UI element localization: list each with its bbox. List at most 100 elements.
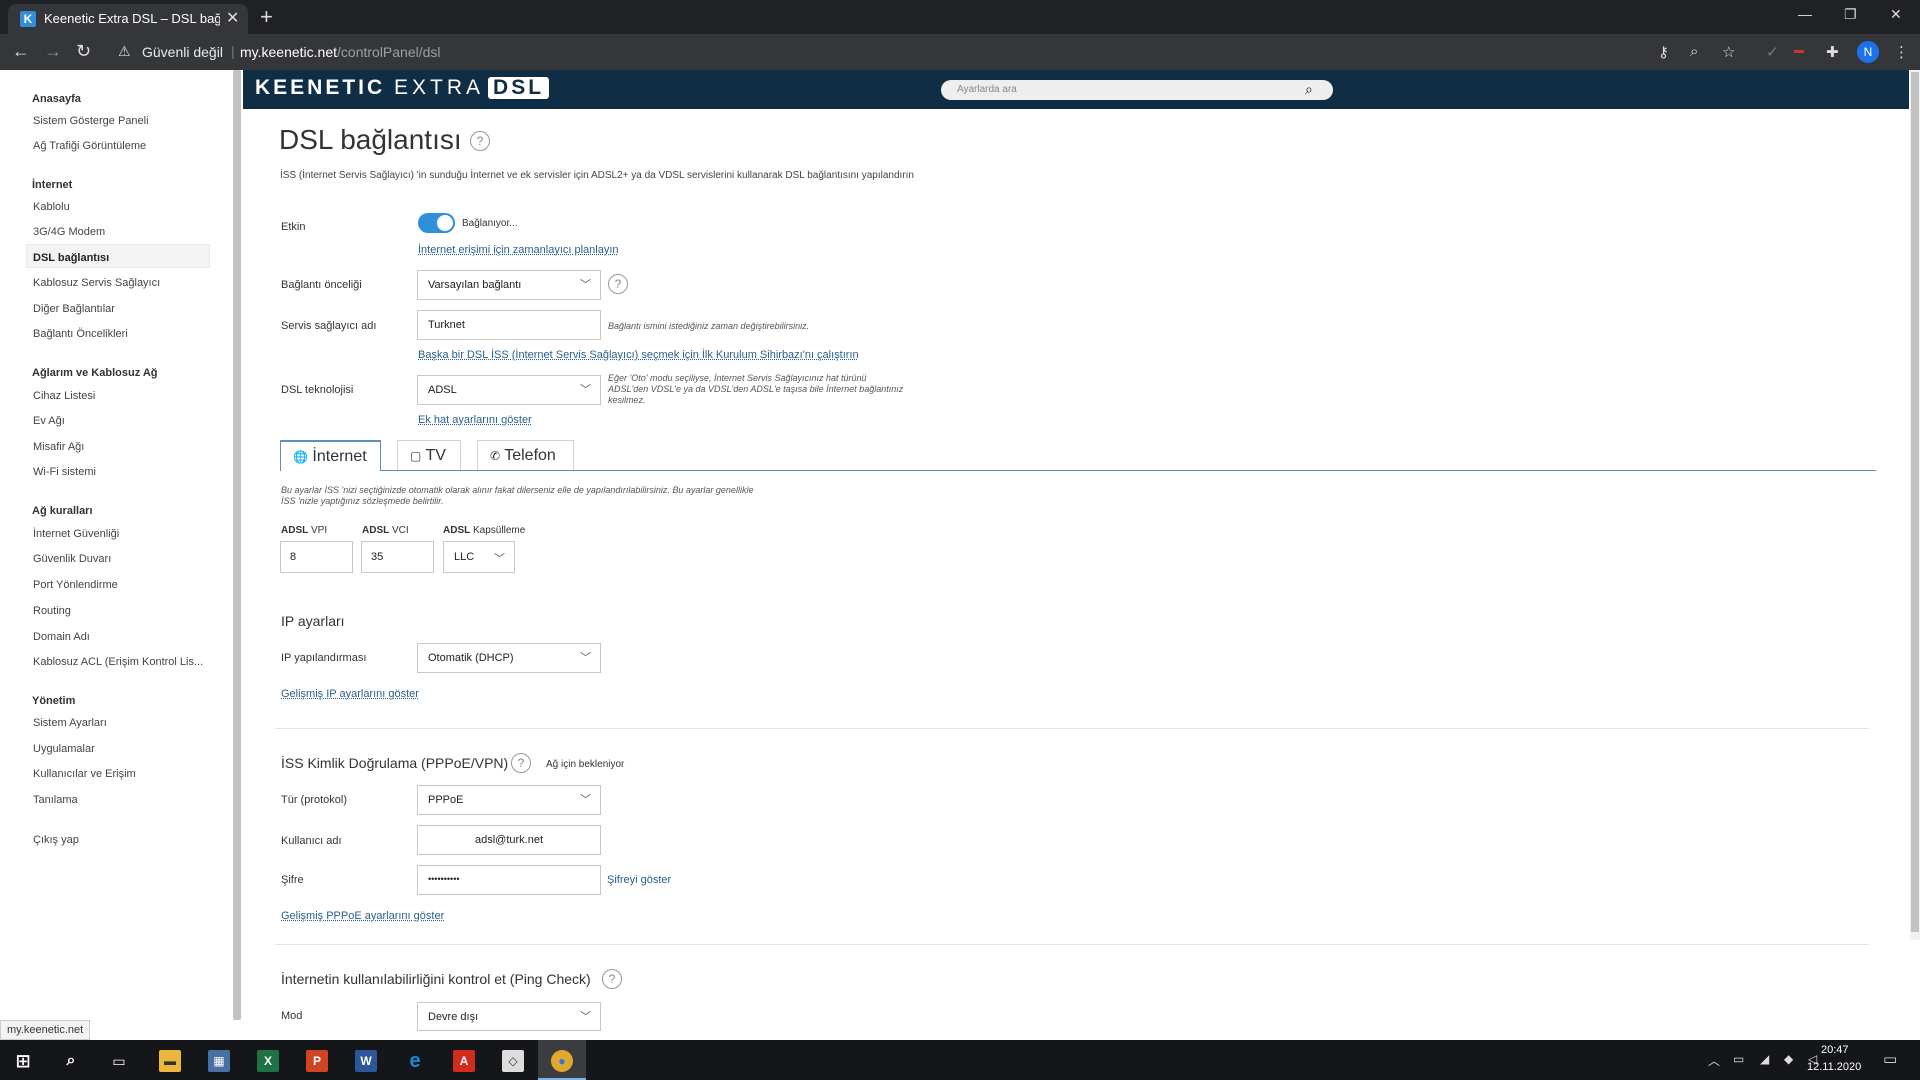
file-explorer-icon[interactable]: ▬ [159,1050,181,1072]
ping-help-icon[interactable]: ? [602,969,622,989]
new-tab-button[interactable]: + [260,4,273,30]
acrobat-icon[interactable]: A [453,1050,475,1072]
tray-chevron-icon[interactable]: ︿ [1708,1052,1720,1069]
protocol-select[interactable]: PPPoE ﹀ [417,785,601,815]
minimize-icon[interactable]: — [1798,6,1812,22]
encap-select[interactable]: LLC ﹀ [443,541,515,573]
show-password-link[interactable]: Şifreyi göster [607,874,671,886]
sidebar-item-traffic[interactable]: Ağ Trafiği Görüntüleme [33,140,146,152]
ip-advanced-link[interactable]: Gelişmiş IP ayarlarını göster [281,688,419,700]
close-window-icon[interactable]: ✕ [1890,6,1902,23]
sidebar-scrollbar[interactable] [233,70,241,1020]
main-scrollbar-thumb[interactable] [1911,72,1919,932]
close-tab-icon[interactable]: ✕ [226,8,239,28]
enabled-toggle[interactable] [418,213,455,233]
vci-input[interactable]: 35 [361,541,434,573]
profile-avatar[interactable]: N [1857,41,1879,63]
url-text[interactable]: my.keenetic.net/controlPanel/dsl [240,44,441,60]
menu-dots-icon[interactable]: ⋮ [1894,43,1909,61]
sidebar-item-port-forwarding[interactable]: Port Yönlendirme [33,579,118,591]
wifi-icon[interactable]: ◢ [1760,1052,1769,1066]
sidebar-item-modem[interactable]: 3G/4G Modem [33,226,105,238]
address-bar[interactable]: ⚠ Güvenli değil | my.keenetic.net/contro… [108,38,1748,66]
word-icon[interactable]: W [355,1050,377,1072]
app-icon[interactable]: ◇ [502,1050,524,1072]
tab-tv[interactable]: ▢ TV [397,440,461,470]
taskbar-time[interactable]: 20:47 [1821,1044,1849,1056]
tab-internet[interactable]: 🌐 İnternet [280,440,381,471]
back-icon[interactable]: ← [12,41,30,62]
vpi-input[interactable]: 8 [280,541,353,573]
sidebar-item-guest-network[interactable]: Misafir Ağı [33,441,84,453]
warning-icon[interactable]: ⚠ [118,43,131,60]
wizard-link[interactable]: Başka bir DSL İSS (İnternet Servis Sağla… [418,349,859,361]
title-help-icon[interactable]: ? [470,131,490,151]
sidebar-item-priorities[interactable]: Bağlantı Öncelikleri [33,328,128,340]
ip-config-select[interactable]: Otomatik (DHCP) ﹀ [417,643,601,673]
excel-icon[interactable]: X [257,1050,279,1072]
sidebar-item-diagnostics[interactable]: Tanılama [33,794,78,806]
username-input[interactable]: adsl@turk.net [417,825,601,855]
priority-help-icon[interactable]: ? [608,274,628,294]
sidebar-item-devices[interactable]: Cihaz Listesi [33,390,95,402]
tab-telefon[interactable]: ✆ Telefon [477,440,574,470]
mode-select[interactable]: Devre dışı ﹀ [417,1002,601,1031]
sidebar-item-internet-security[interactable]: İnternet Güvenliği [33,528,119,540]
dsl-tech-select[interactable]: ADSL ﹀ [417,375,601,405]
dropbox-icon[interactable]: ◆ [1784,1052,1793,1066]
password-input[interactable]: •••••••••• [417,865,601,895]
restore-icon[interactable]: ❐ [1844,6,1857,23]
sidebar-item-users[interactable]: Kullanıcılar ve Erişim [33,768,136,780]
taskbar-search-icon[interactable]: ⌕ [60,1050,82,1072]
chrome-icon: ● [551,1050,573,1072]
sidebar-item-dsl[interactable]: DSL bağlantısı [33,252,109,264]
task-view-icon[interactable]: ▭ [108,1050,130,1072]
edge-icon[interactable]: e [404,1050,426,1072]
bookmark-star-icon[interactable]: ☆ [1722,43,1735,61]
taskbar-date[interactable]: 12.11.2020 [1807,1061,1861,1073]
pppoe-advanced-link[interactable]: Gelişmiş PPPoE ayarlarını göster [281,910,444,922]
sidebar-item-dashboard[interactable]: Sistem Gösterge Paneli [33,115,149,127]
security-label[interactable]: Güvenli değil [142,44,223,60]
sidebar-item-wireless-acl[interactable]: Kablosuz ACL (Erişim Kontrol Lis... [33,656,203,668]
sidebar-item-domain[interactable]: Domain Adı [33,631,90,643]
browser-tab[interactable]: K Keenetic Extra DSL – DSL bağlantı ✕ [8,4,248,34]
extension-check-icon[interactable]: ✓ [1766,43,1779,61]
reload-icon[interactable]: ↻ [76,41,91,62]
windows-start-icon[interactable]: ⊞ [12,1050,34,1072]
forward-icon[interactable]: → [44,41,62,62]
chrome-taskbar-button[interactable]: ● [538,1040,586,1080]
powerpoint-icon[interactable]: P [306,1050,328,1072]
priority-select[interactable]: Varsayılan bağlantı ﹀ [417,270,601,300]
sidebar-item-wifi-system[interactable]: Wi-Fi sistemi [33,466,96,478]
search-icon[interactable]: ⌕ [1305,81,1313,98]
main-scrollbar[interactable] [1910,70,1920,940]
sidebar-item-home-network[interactable]: Ev Ağı [33,415,65,427]
tray-device-icon[interactable]: ▭ [1733,1052,1744,1066]
settings-search-input[interactable]: Ayarlarda ara ⌕ [941,80,1333,100]
sidebar-item-other-connections[interactable]: Diğer Bağlantılar [33,303,115,315]
sidebar-item-wisp[interactable]: Kablosuz Servis Sağlayıcı [33,277,160,289]
sidebar-item-logout[interactable]: Çıkış yap [33,834,79,846]
extensions-puzzle-icon[interactable]: ✚ [1826,43,1839,61]
extension-red-icon[interactable]: ▬ [1794,45,1804,56]
sidebar-item-wired[interactable]: Kablolu [33,201,70,213]
keenetic-logo[interactable]: KEENETIC EXTRA DSL [255,76,550,100]
provider-input[interactable]: Turknet [417,310,601,340]
sidebar-item-routing[interactable]: Routing [33,605,71,617]
extra-line-link[interactable]: Ek hat ayarlarını göster [418,414,532,426]
key-icon[interactable]: ⚷ [1658,43,1669,61]
vci-label-text: VCI [392,525,409,536]
calculator-icon[interactable]: ▦ [208,1050,230,1072]
auth-help-icon[interactable]: ? [511,753,531,773]
sidebar-item-applications[interactable]: Uygulamalar [33,743,95,755]
sidebar-item-system-settings[interactable]: Sistem Ayarları [33,717,107,729]
sidebar-item-firewall[interactable]: Güvenlik Duvarı [33,553,111,565]
ip-section-title: IP ayarları [281,613,345,629]
schedule-link[interactable]: İnternet erişimi için zamanlayıcı planla… [418,244,619,256]
notifications-icon[interactable]: ▭ [1883,1050,1897,1068]
url-path: /controlPanel/dsl [337,44,441,60]
zoom-icon[interactable]: ⌕ [1690,43,1698,60]
encap-value: LLC [454,551,475,563]
sidebar-group-internet: İnternet [32,179,73,191]
